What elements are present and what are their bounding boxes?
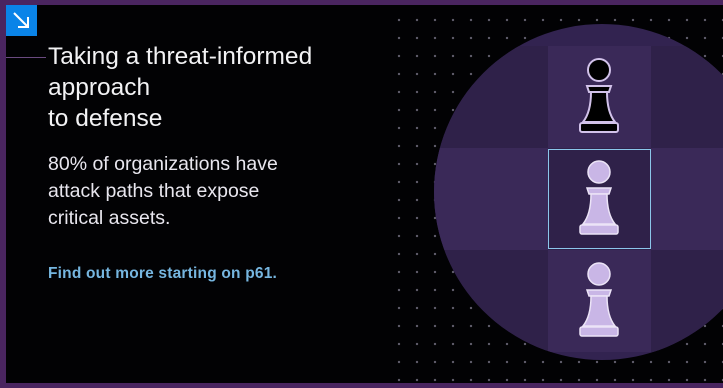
- chess-board-illustration: [434, 24, 723, 360]
- headline: Taking a threat-informed approach to def…: [48, 43, 313, 132]
- board-square: [434, 148, 548, 250]
- find-out-more-link[interactable]: Find out more starting on p61.: [48, 265, 277, 283]
- board-square: [651, 46, 723, 148]
- board-square: [434, 250, 548, 352]
- board-square: [548, 250, 651, 352]
- chess-pawn-icon: [579, 58, 619, 133]
- board-row: [434, 46, 723, 148]
- accent-divider: [6, 57, 46, 58]
- board-row: [434, 250, 723, 352]
- board-square: [434, 46, 548, 148]
- slide-frame: Taking a threat-informed approach to def…: [0, 0, 723, 388]
- board-square: [548, 46, 651, 148]
- chess-pawn-icon: [579, 262, 619, 337]
- board-square: [651, 250, 723, 352]
- arrow-down-right-icon: [6, 5, 37, 36]
- board-square: [651, 148, 723, 250]
- statistic-text: 80% of organizations have attack paths t…: [48, 153, 278, 229]
- content-panel: Taking a threat-informed approach to def…: [6, 5, 723, 383]
- selected-square-highlight: [548, 149, 651, 249]
